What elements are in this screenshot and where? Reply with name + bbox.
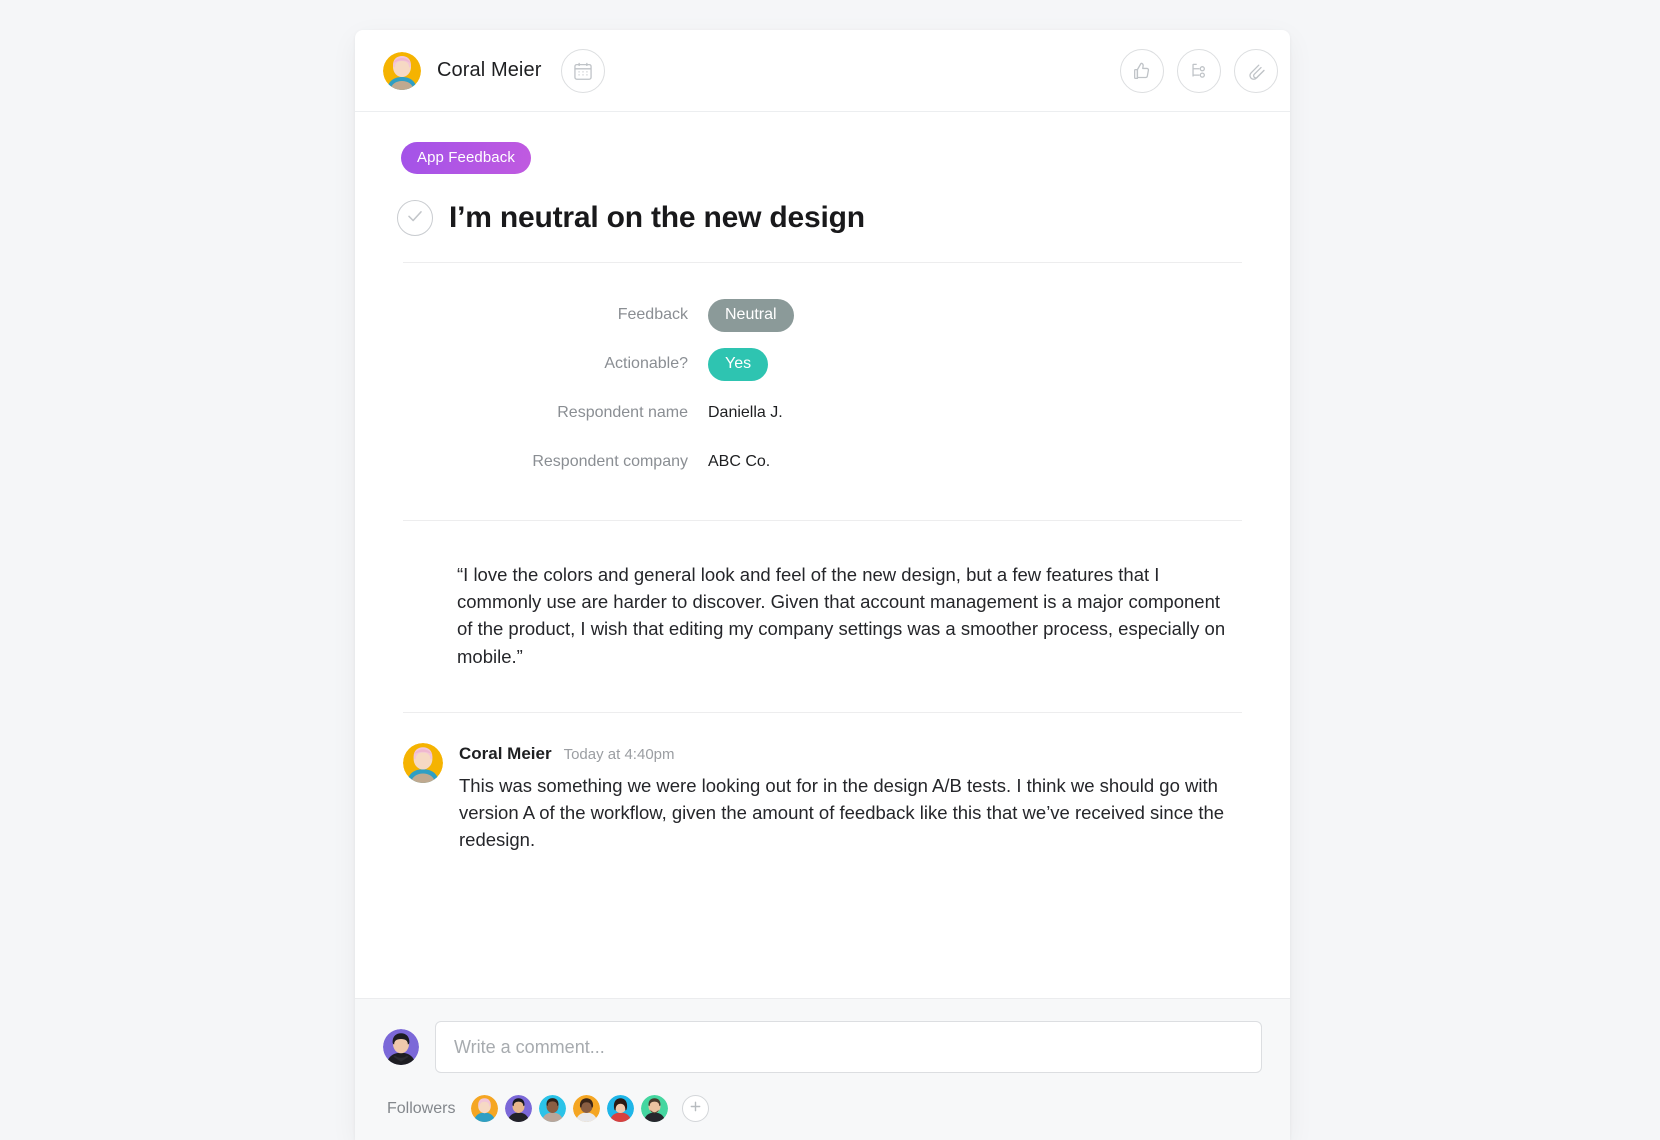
task-description[interactable]: “I love the colors and general look and … bbox=[457, 561, 1227, 670]
header-actions bbox=[1120, 48, 1278, 93]
subtask-icon bbox=[1188, 60, 1210, 82]
add-follower-button[interactable] bbox=[682, 1095, 710, 1122]
field-row: Respondent name Daniella J. bbox=[403, 391, 1254, 435]
follower-avatar[interactable] bbox=[607, 1095, 635, 1122]
field-value-respondent-name[interactable]: Daniella J. bbox=[708, 404, 783, 422]
current-user-avatar[interactable] bbox=[383, 1029, 419, 1065]
comment-body: This was something we were looking out f… bbox=[459, 774, 1225, 851]
followers-row: Followers bbox=[383, 1095, 1262, 1122]
comment-composer-bar: Followers bbox=[355, 998, 1290, 1140]
project-tag[interactable]: App Feedback bbox=[401, 142, 531, 174]
field-row: Respondent company ABC Co. bbox=[403, 440, 1254, 484]
follower-avatar[interactable] bbox=[573, 1095, 601, 1122]
follower-avatar[interactable] bbox=[641, 1095, 669, 1122]
followers-list bbox=[471, 1095, 669, 1122]
comment-input[interactable] bbox=[435, 1021, 1262, 1073]
subtask-button[interactable] bbox=[1177, 48, 1221, 93]
task-title-row: I’m neutral on the new design bbox=[397, 200, 1254, 236]
field-value-respondent-company[interactable]: ABC Co. bbox=[708, 453, 770, 471]
field-row: Actionable? Yes bbox=[403, 342, 1254, 386]
divider-title bbox=[403, 262, 1242, 263]
paperclip-icon bbox=[1245, 60, 1267, 82]
field-label: Feedback bbox=[617, 306, 688, 323]
field-label: Actionable? bbox=[604, 355, 688, 372]
follower-avatar[interactable] bbox=[539, 1095, 567, 1122]
follower-avatar[interactable] bbox=[505, 1095, 533, 1122]
assignee-avatar[interactable] bbox=[383, 51, 421, 90]
divider-description bbox=[403, 711, 1242, 713]
thumbs-up-icon bbox=[1131, 60, 1153, 82]
field-label: Respondent company bbox=[532, 453, 688, 470]
check-circle-icon bbox=[406, 207, 424, 230]
status-badge: Yes bbox=[708, 347, 769, 381]
comment-avatar[interactable] bbox=[403, 742, 443, 783]
field-label: Respondent name bbox=[557, 404, 688, 421]
attachment-button[interactable] bbox=[1234, 48, 1278, 93]
follower-avatar[interactable] bbox=[471, 1095, 499, 1122]
assignee-name: Coral Meier bbox=[437, 59, 542, 81]
comment-header: Coral Meier Today at 4:40pm bbox=[459, 744, 1234, 764]
field-value-feedback[interactable]: Neutral bbox=[708, 298, 794, 332]
app-root: Coral Meier App Feedback I’m neutral on … bbox=[0, 0, 1660, 1140]
comment-timestamp: Today at 4:40pm bbox=[563, 745, 675, 763]
task-detail-panel: Coral Meier App Feedback I’m neutral on … bbox=[355, 30, 1290, 1140]
assignee[interactable]: Coral Meier bbox=[383, 51, 542, 90]
status-badge: Neutral bbox=[708, 298, 794, 332]
comment-author[interactable]: Coral Meier bbox=[459, 744, 552, 764]
field-value-actionable[interactable]: Yes bbox=[708, 347, 769, 381]
comment-composer bbox=[383, 1021, 1262, 1073]
calendar-icon bbox=[572, 60, 594, 82]
comment-content: Coral Meier Today at 4:40pm This was som… bbox=[459, 743, 1234, 854]
page-title[interactable]: I’m neutral on the new design bbox=[449, 201, 865, 235]
due-date-button[interactable] bbox=[561, 48, 606, 93]
task-body: App Feedback I’m neutral on the new desi… bbox=[355, 112, 1290, 998]
field-row: Feedback Neutral bbox=[403, 293, 1254, 337]
divider-fields bbox=[403, 520, 1242, 521]
mark-complete-button[interactable] bbox=[397, 200, 433, 236]
like-button[interactable] bbox=[1120, 48, 1164, 93]
followers-label: Followers bbox=[387, 1099, 456, 1117]
custom-fields: Feedback Neutral Actionable? Yes Respond… bbox=[391, 293, 1254, 484]
comment-item: Coral Meier Today at 4:40pm This was som… bbox=[403, 742, 1254, 854]
plus-icon bbox=[689, 1100, 702, 1118]
task-header: Coral Meier bbox=[355, 30, 1290, 112]
